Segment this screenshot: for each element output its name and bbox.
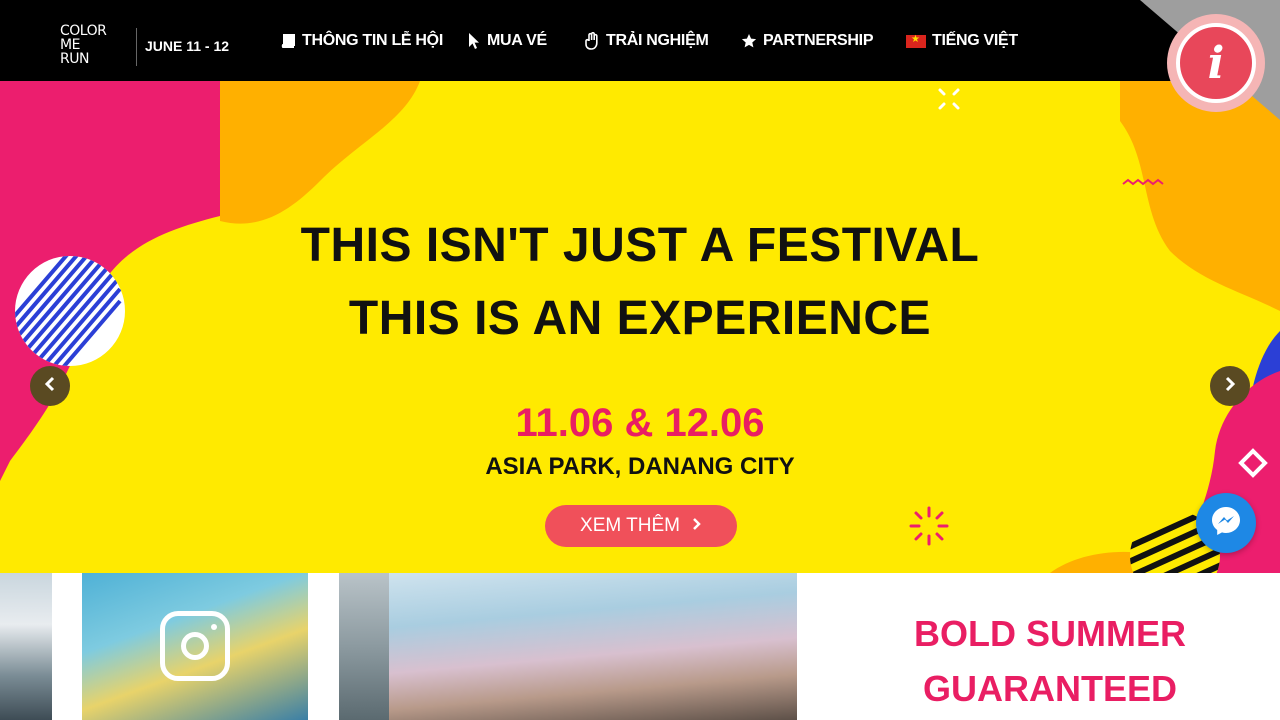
chevron-left-icon xyxy=(44,375,56,398)
event-dates-label: JUNE 11 - 12 xyxy=(145,38,230,54)
book-icon xyxy=(280,34,296,48)
hero-headline-2: THIS IS AN EXPERIENCE xyxy=(348,292,932,345)
cursor-icon xyxy=(467,32,481,50)
nav-label: TRẢI NGHIỆM xyxy=(606,32,709,49)
logo-line-1: COLOR xyxy=(60,23,107,39)
nav-label: THÔNG TIN LỄ HỘI xyxy=(302,32,443,49)
vietnam-flag-icon xyxy=(906,34,926,48)
carousel-next-button[interactable] xyxy=(1210,366,1250,406)
nav-item-festival-info[interactable]: THÔNG TIN LỄ HỘI xyxy=(280,30,443,52)
nav-label: TIẾNG VIỆT xyxy=(932,32,1018,49)
nav-item-partnership[interactable]: PARTNERSHIP xyxy=(741,30,874,52)
chevron-right-icon xyxy=(692,515,702,537)
info-icon: i xyxy=(1176,23,1256,103)
star-icon xyxy=(741,33,757,49)
nav-item-experience[interactable]: TRẢI NGHIỆM xyxy=(584,30,709,52)
carousel-prev-button[interactable] xyxy=(30,366,70,406)
instagram-icon[interactable] xyxy=(160,611,230,681)
nav-item-language[interactable]: TIẾNG VIỆT xyxy=(906,30,1018,52)
logo-line-3: RUN xyxy=(60,51,89,67)
cta-label: XEM THÊM xyxy=(580,515,680,536)
gallery-photo-2[interactable] xyxy=(82,573,308,720)
nav-item-buy-tickets[interactable]: MUA VÉ xyxy=(467,30,547,52)
hero-location: ASIA PARK, DANANG CITY xyxy=(485,453,795,480)
chevron-right-icon xyxy=(1224,375,1236,398)
gallery-photo-1[interactable] xyxy=(0,573,52,720)
hand-icon xyxy=(584,32,600,50)
hero-event-dates: 11.06 & 12.06 xyxy=(515,401,765,445)
color-me-run-logo[interactable]: COLOR ME RUN xyxy=(60,24,130,68)
see-more-button[interactable]: XEM THÊM xyxy=(545,505,737,547)
messenger-icon xyxy=(1209,504,1243,543)
messenger-chat-button[interactable] xyxy=(1196,493,1256,553)
nav-label: MUA VÉ xyxy=(487,32,547,49)
gallery-strip: BOLD SUMMER GUARANTEED xyxy=(0,573,1280,720)
logo-divider xyxy=(136,28,137,66)
nav-label: PARTNERSHIP xyxy=(763,32,874,49)
logo-line-2: ME xyxy=(60,37,80,53)
bold-summer-title-2: GUARANTEED xyxy=(922,668,1177,709)
info-badge-button[interactable]: i xyxy=(1167,14,1265,112)
gallery-photo-4[interactable] xyxy=(389,573,797,720)
hero-headline-1: THIS ISN'T JUST A FESTIVAL xyxy=(300,219,980,272)
gallery-photo-3[interactable] xyxy=(339,573,389,720)
top-navigation: COLOR ME RUN JUNE 11 - 12 THÔNG TIN LỄ H… xyxy=(0,0,1280,81)
hero-banner: THIS ISN'T JUST A FESTIVAL THIS IS AN EX… xyxy=(0,81,1280,573)
bold-summer-title-1: BOLD SUMMER xyxy=(914,613,1186,654)
